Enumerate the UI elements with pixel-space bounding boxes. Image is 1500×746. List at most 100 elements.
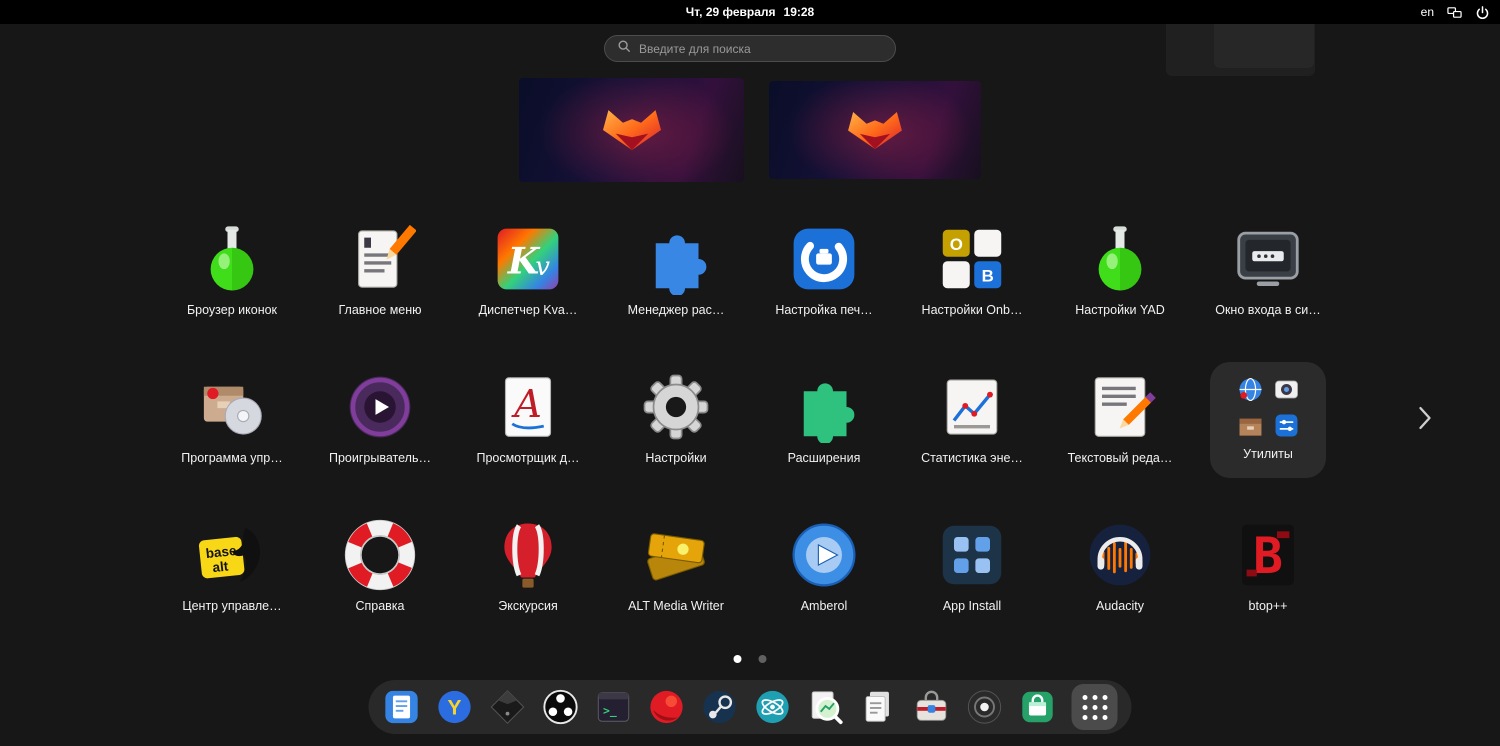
app-label: Проигрыватель… xyxy=(329,451,431,465)
dock-item-steam[interactable] xyxy=(701,688,739,726)
app-tile-amberol[interactable]: Amberol xyxy=(750,518,898,666)
dock-item-files[interactable] xyxy=(383,688,421,726)
login-screen-icon xyxy=(1231,222,1305,296)
app-tile-control-center[interactable]: base alt Центр управле… xyxy=(158,518,306,666)
workspace-thumbnail-1[interactable] xyxy=(519,78,744,182)
red-browser-icon xyxy=(650,690,683,724)
gear-icon xyxy=(639,370,713,444)
atom-icon xyxy=(756,690,789,724)
app-tile-yad-settings[interactable]: Настройки YAD xyxy=(1046,222,1194,370)
app-label: Окно входа в си… xyxy=(1215,303,1321,317)
app-label: ALT Media Writer xyxy=(628,599,724,613)
app-label: Просмотрщик д… xyxy=(476,451,580,465)
archive-box-icon xyxy=(1239,418,1261,436)
app-tile-power-statistics[interactable]: Статистика эне… xyxy=(898,370,1046,518)
app-tile-login-window[interactable]: Окно входа в си… xyxy=(1194,222,1342,370)
app-tile-app-install[interactable]: App Install xyxy=(898,518,1046,666)
app-label: Настройка печ… xyxy=(775,303,873,317)
workspace-switcher xyxy=(519,78,981,182)
power-icon[interactable] xyxy=(1475,5,1490,20)
app-tile-kvantum-manager[interactable]: K v Диспетчер Kva… xyxy=(454,222,602,370)
chart-document-icon xyxy=(935,370,1009,444)
search-icon xyxy=(617,39,631,58)
app-tile-main-menu[interactable]: Главное меню xyxy=(306,222,454,370)
screenshot-icon xyxy=(1274,380,1298,399)
hot-air-balloon-icon xyxy=(491,518,565,592)
app-tile-btop[interactable]: B btop++ xyxy=(1194,518,1342,666)
package-cd-icon xyxy=(195,370,269,444)
dock-item-red-browser[interactable] xyxy=(648,688,686,726)
app-tile-settings[interactable]: Настройки xyxy=(602,370,750,518)
app-tile-extensions[interactable]: Расширения xyxy=(750,370,898,518)
dock-item-log-viewer[interactable] xyxy=(807,688,845,726)
svg-text:A: A xyxy=(511,382,542,427)
page-dot-2[interactable] xyxy=(758,655,767,663)
svg-text:v: v xyxy=(535,252,550,282)
dock-item-inkscape[interactable] xyxy=(489,688,527,726)
fox-logo xyxy=(602,110,661,150)
app-tile-package-manager[interactable]: Программа упр… xyxy=(158,370,306,518)
clock-button[interactable]: Чт, 29 февраля 19:28 xyxy=(686,0,814,24)
toolbox-icon xyxy=(916,690,947,721)
app-label: Центр управле… xyxy=(182,599,282,613)
dock-item-documents[interactable] xyxy=(860,688,898,726)
btop-red-b-icon: B xyxy=(1231,518,1305,592)
dock-item-software-center[interactable] xyxy=(1019,688,1057,726)
globe-icon xyxy=(1239,377,1261,402)
app-label: Amberol xyxy=(800,599,848,613)
terminal-icon: >_ xyxy=(597,692,630,722)
dock-item-atom-app[interactable] xyxy=(754,688,792,726)
dash-dock: Y >_ xyxy=(368,680,1132,734)
clock-time: 19:28 xyxy=(783,5,815,19)
app-tile-print-settings[interactable]: Настройка печ… xyxy=(750,222,898,370)
app-tile-text-editor[interactable]: Текстовый реда… xyxy=(1046,370,1194,518)
app-label: Настройки xyxy=(645,451,707,465)
show-apps-button[interactable] xyxy=(1071,684,1118,730)
document-a-icon: A xyxy=(491,370,565,444)
app-tile-tour[interactable]: Экскурсия xyxy=(454,518,602,666)
workspace-thumbnail-2[interactable] xyxy=(769,81,981,179)
network-workgroup-icon[interactable] xyxy=(1447,5,1462,20)
documents-icon xyxy=(865,691,889,722)
notes-pencil-icon xyxy=(343,222,417,296)
svg-text:O: O xyxy=(950,235,963,254)
top-bar: Чт, 29 февраля 19:28 en xyxy=(0,0,1500,24)
app-tile-extensions-manager[interactable]: Менеджер рас… xyxy=(602,222,750,370)
page-dot-1[interactable] xyxy=(733,655,742,663)
flask-icon xyxy=(1083,222,1157,296)
app-folder-utilities[interactable]: Утилиты xyxy=(1194,362,1342,518)
app-tile-doc-viewer[interactable]: A Просмотрщик д… xyxy=(454,370,602,518)
app-label: Текстовый реда… xyxy=(1067,451,1173,465)
app-tile-help[interactable]: Справка xyxy=(306,518,454,666)
app-tile-onboard-settings[interactable]: O B Настройки Onb… xyxy=(898,222,1046,370)
app-tile-alt-media-writer[interactable]: ALT Media Writer xyxy=(602,518,750,666)
dock-item-recorder[interactable] xyxy=(966,688,1004,726)
recorder-icon xyxy=(967,690,1002,724)
search-placeholder: Введите для поиска xyxy=(639,41,751,56)
app-tile-icon-browser[interactable]: Броузер иконок xyxy=(158,222,306,370)
app-label: Экскурсия xyxy=(498,599,558,613)
text-editor-pencil-icon xyxy=(1083,370,1157,444)
tweaks-icon xyxy=(1275,414,1297,437)
audacity-headphones-icon xyxy=(1083,518,1157,592)
keyboard-layout-indicator[interactable]: en xyxy=(1421,5,1434,19)
system-status-area[interactable]: en xyxy=(1421,0,1490,24)
next-page-arrow[interactable] xyxy=(1410,402,1440,434)
dock-item-obs[interactable] xyxy=(542,688,580,726)
folder-label: Утилиты xyxy=(1243,447,1293,461)
app-tile-media-player[interactable]: Проигрыватель… xyxy=(306,370,454,518)
amberol-play-icon xyxy=(787,518,861,592)
dock-item-toolbox[interactable] xyxy=(913,688,951,726)
app-label: Программа упр… xyxy=(181,451,283,465)
app-label: Главное меню xyxy=(338,303,422,317)
app-label: Справка xyxy=(355,599,405,613)
keyboard-keys-icon: O B xyxy=(935,222,1009,296)
app-grid: Броузер иконок Главное меню K v Диспетче… xyxy=(158,222,1342,666)
dock-item-terminal[interactable]: >_ xyxy=(595,688,633,726)
app-tile-audacity[interactable]: Audacity xyxy=(1046,518,1194,666)
search-bar[interactable]: Введите для поиска xyxy=(604,35,896,62)
puzzle-icon xyxy=(639,222,713,296)
dock-item-y-browser[interactable]: Y xyxy=(436,688,474,726)
fox-logo xyxy=(848,111,902,149)
app-label: Броузер иконок xyxy=(186,303,278,317)
